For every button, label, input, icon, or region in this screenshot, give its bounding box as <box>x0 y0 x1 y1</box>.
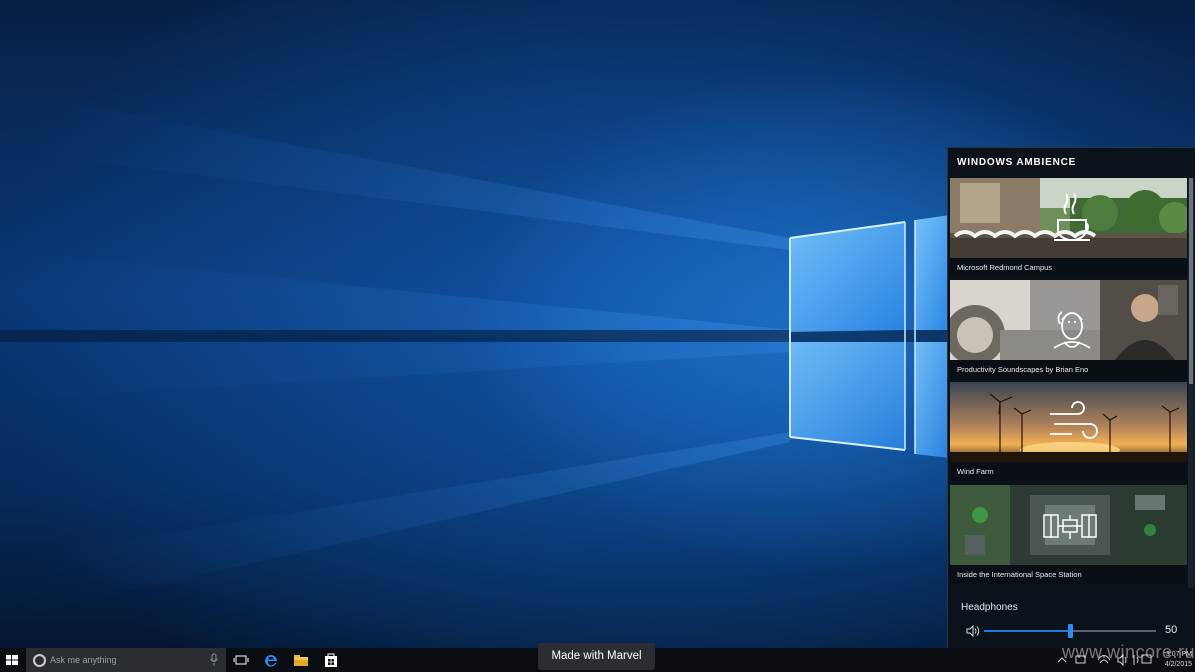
volume-value: 50 <box>1165 624 1178 636</box>
card-image <box>950 485 1187 565</box>
cortana-icon[interactable] <box>33 654 46 667</box>
search-input[interactable] <box>50 652 200 668</box>
audio-device-label: Headphones <box>961 602 1018 613</box>
portrait-icon <box>1053 311 1091 349</box>
ambience-card-wind-farm[interactable]: Wind Farm <box>950 382 1187 481</box>
card-image <box>950 178 1187 258</box>
card-label: Wind Farm <box>957 467 994 476</box>
volume-slider-thumb[interactable] <box>1067 624 1073 638</box>
satellite-icon <box>1043 514 1097 539</box>
ambience-card-redmond-campus[interactable]: Microsoft Redmond Campus <box>950 178 1187 277</box>
volume-slider-fill <box>984 630 1070 632</box>
scrollbar-thumb[interactable] <box>1189 178 1193 384</box>
speaker-icon[interactable] <box>966 625 980 637</box>
file-explorer-icon[interactable] <box>291 650 311 670</box>
volume-slider[interactable] <box>984 624 1156 638</box>
card-image <box>950 280 1187 360</box>
card-label: Inside the International Space Station <box>957 570 1082 579</box>
edge-icon[interactable] <box>261 650 281 670</box>
windows-ambience-panel: WINDOWS AMBIENCE Microsoft Redmond Campu… <box>947 147 1195 648</box>
card-label: Productivity Soundscapes by Brian Eno <box>957 365 1089 374</box>
made-with-marvel-badge[interactable]: Made with Marvel <box>538 643 655 670</box>
search-box[interactable] <box>26 648 226 672</box>
wind-icon <box>1050 401 1098 439</box>
ambience-card-brian-eno[interactable]: Productivity Soundscapes by Brian Eno <box>950 280 1187 379</box>
store-icon[interactable] <box>321 650 341 670</box>
ambience-card-space-station[interactable]: Inside the International Space Station <box>950 485 1187 584</box>
microphone-icon[interactable] <box>209 653 219 667</box>
task-view-icon[interactable] <box>231 650 251 670</box>
watermark: www.wincore.ru <box>1062 642 1195 662</box>
panel-scrollbar[interactable] <box>1188 178 1194 588</box>
card-image <box>950 382 1187 462</box>
windows-start-icon[interactable] <box>0 648 24 672</box>
panel-title: WINDOWS AMBIENCE <box>957 157 1077 168</box>
card-label: Microsoft Redmond Campus <box>957 263 1053 272</box>
coffee-cup-icon <box>1054 193 1090 241</box>
